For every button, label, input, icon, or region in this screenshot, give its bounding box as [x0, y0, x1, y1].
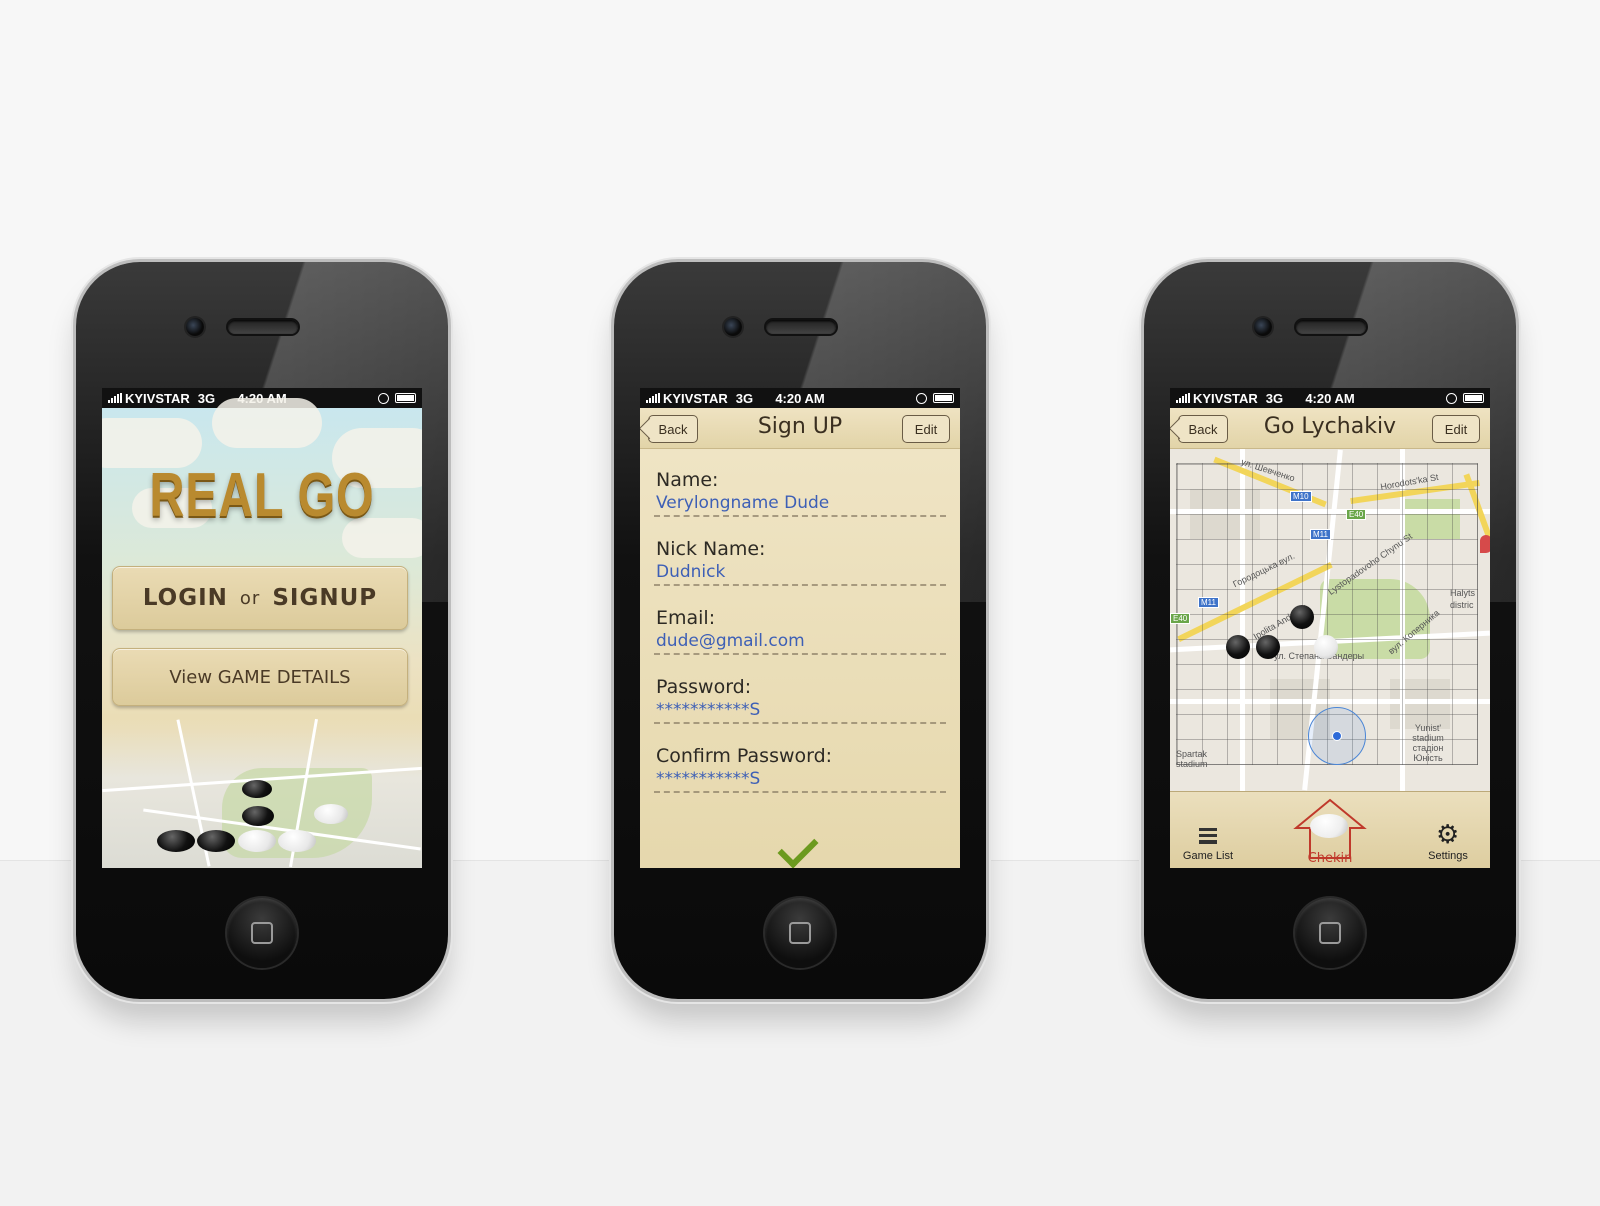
battery-icon	[395, 393, 416, 403]
gear-icon	[1436, 820, 1460, 850]
password-field[interactable]: Password: ***********S	[654, 656, 946, 725]
black-stone[interactable]	[1256, 635, 1280, 659]
signup-navbar: Back Sign UP Edit	[640, 408, 960, 449]
game-navbar: Back Go Lychakiv Edit	[1170, 408, 1490, 449]
tab-game-list[interactable]: Game List	[1180, 828, 1236, 862]
home-square-icon	[1319, 922, 1341, 944]
tab-label: Game List	[1182, 850, 1234, 862]
phone-login: KYIVSTAR 3G 4:20 AM REAL GO LOGIN or SIG…	[76, 262, 448, 999]
field-value: ***********S	[656, 769, 761, 789]
chekin-button[interactable]: Chekin	[1288, 798, 1372, 866]
field-label: Name:	[656, 469, 719, 491]
earpiece-speaker	[766, 320, 836, 334]
signup-label: SIGNUP	[272, 585, 378, 611]
map-stadium-label: Spartak stadium	[1176, 749, 1208, 769]
signup-screen: KYIVSTAR 3G 4:20 AM Back Sign UP Edit Na…	[640, 388, 960, 868]
map-pin-icon[interactable]	[1480, 535, 1490, 553]
current-location-icon	[1332, 731, 1342, 741]
white-stone	[238, 830, 276, 852]
field-label: Email:	[656, 607, 716, 629]
road-shield: E40	[1170, 613, 1191, 624]
battery-icon	[1463, 393, 1484, 403]
status-bar: KYIVSTAR 3G 4:20 AM	[640, 388, 960, 408]
home-square-icon	[789, 922, 811, 944]
status-time: 4:20 AM	[775, 390, 825, 406]
phone-signup: KYIVSTAR 3G 4:20 AM Back Sign UP Edit Na…	[614, 262, 986, 999]
home-button[interactable]	[1295, 898, 1365, 968]
black-stone[interactable]	[1290, 605, 1314, 629]
earpiece-speaker	[1296, 320, 1366, 334]
go-board-map[interactable]: ул. Шевченко Horodots'ka St Городоцька в…	[1170, 449, 1490, 791]
home-button[interactable]	[227, 898, 297, 968]
white-stone	[278, 830, 316, 852]
black-stone	[157, 830, 195, 852]
black-stone	[242, 806, 274, 826]
edit-button[interactable]: Edit	[1432, 415, 1480, 443]
white-stone[interactable]	[1314, 635, 1338, 659]
or-label: or	[239, 587, 261, 609]
submit-checkmark-icon[interactable]	[777, 827, 819, 868]
field-label: Nick Name:	[656, 538, 766, 560]
field-value: dude@gmail.com	[656, 631, 805, 651]
chekin-label: Chekin	[1307, 851, 1353, 866]
field-label: Confirm Password:	[656, 745, 833, 767]
road-shield: M11	[1310, 529, 1331, 540]
earpiece-speaker	[228, 320, 298, 334]
tab-bar: Game List Chekin Settings	[1170, 791, 1490, 868]
field-value: ***********S	[656, 700, 761, 720]
map-stadium-label: Yunist' stadium стадіон Юність	[1412, 723, 1444, 763]
white-stone	[314, 804, 348, 824]
status-bar: KYIVSTAR 3G 4:20 AM	[1170, 388, 1490, 408]
email-field[interactable]: Email: dude@gmail.com	[654, 587, 946, 656]
tab-settings[interactable]: Settings	[1420, 820, 1476, 862]
white-stone-icon	[1310, 814, 1348, 838]
app-logo: REAL GO	[149, 461, 375, 530]
signup-form: Name: Verylongname Dude Nick Name: Dudni…	[640, 449, 960, 868]
login-signup-button[interactable]: LOGIN or SIGNUP	[112, 566, 408, 630]
nickname-field[interactable]: Nick Name: Dudnick	[654, 518, 946, 587]
list-icon	[1199, 828, 1217, 844]
field-label: Password:	[656, 676, 752, 698]
black-stone	[242, 780, 272, 798]
phone-map: KYIVSTAR 3G 4:20 AM Back Go Lychakiv Edi…	[1144, 262, 1516, 999]
home-button[interactable]	[765, 898, 835, 968]
game-map-screen: KYIVSTAR 3G 4:20 AM Back Go Lychakiv Edi…	[1170, 388, 1490, 868]
confirm-password-field[interactable]: Confirm Password: ***********S	[654, 725, 946, 794]
home-square-icon	[251, 922, 273, 944]
front-camera	[186, 318, 204, 336]
field-value: Verylongname Dude	[656, 493, 830, 513]
login-background: REAL GO LOGIN or SIGNUP View GAME DETAIL…	[102, 398, 422, 868]
view-game-details-button[interactable]: View GAME DETAILS	[112, 648, 408, 706]
front-camera	[1254, 318, 1272, 336]
status-time: 4:20 AM	[1305, 390, 1355, 406]
black-stone	[197, 830, 235, 852]
road-shield: E40	[1346, 509, 1367, 520]
map-area-label: Halyts distric	[1450, 588, 1476, 610]
login-label: LOGIN	[142, 585, 228, 611]
name-field[interactable]: Name: Verylongname Dude	[654, 449, 946, 518]
edit-button[interactable]: Edit	[902, 415, 950, 443]
black-stone[interactable]	[1226, 635, 1250, 659]
field-value: Dudnick	[656, 562, 726, 582]
tab-label: Settings	[1428, 850, 1468, 862]
battery-icon	[933, 393, 954, 403]
road-shield: M11	[1198, 597, 1219, 608]
front-camera	[724, 318, 742, 336]
road-shield: M10	[1290, 491, 1312, 502]
login-screen: KYIVSTAR 3G 4:20 AM REAL GO LOGIN or SIG…	[102, 388, 422, 868]
mini-map-board	[102, 718, 422, 868]
